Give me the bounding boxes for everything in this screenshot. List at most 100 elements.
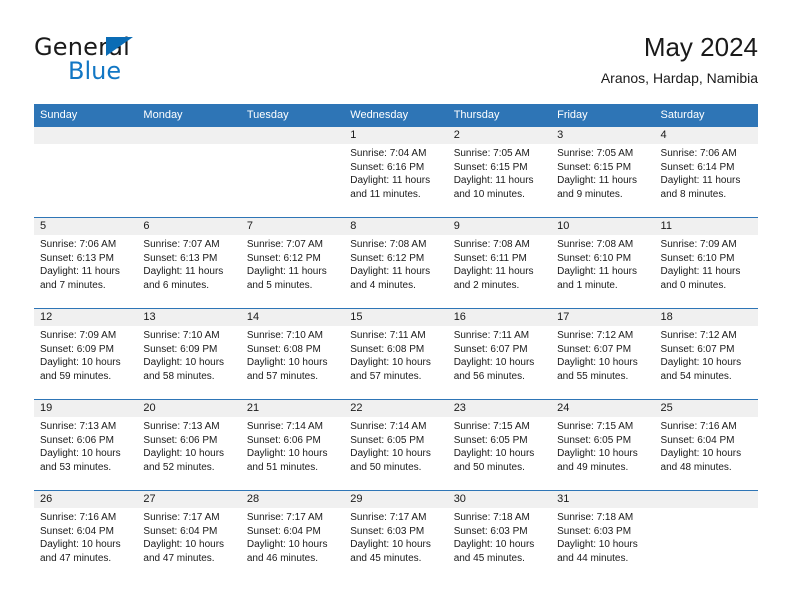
day-cell[interactable]: Sunrise: 7:08 AM Sunset: 6:11 PM Dayligh…: [448, 235, 551, 308]
day-cell[interactable]: Sunrise: 7:17 AM Sunset: 6:04 PM Dayligh…: [137, 508, 240, 581]
day-number[interactable]: 15: [344, 309, 447, 326]
day-cell[interactable]: Sunrise: 7:11 AM Sunset: 6:08 PM Dayligh…: [344, 326, 447, 399]
day-number[interactable]: 24: [551, 400, 654, 417]
daylight-text-line2: and 5 minutes.: [246, 279, 313, 291]
sunset-text: Sunset: 6:03 PM: [557, 525, 632, 537]
day-cell[interactable]: Sunrise: 7:18 AM Sunset: 6:03 PM Dayligh…: [551, 508, 654, 581]
day-cell[interactable]: [34, 144, 137, 217]
daylight-text-line1: Daylight: 11 hours: [143, 266, 224, 278]
day-cell[interactable]: Sunrise: 7:16 AM Sunset: 6:04 PM Dayligh…: [655, 417, 758, 490]
day-number[interactable]: [655, 491, 758, 508]
day-number[interactable]: 11: [655, 218, 758, 235]
day-number[interactable]: 20: [137, 400, 240, 417]
day-number[interactable]: 12: [34, 309, 137, 326]
day-number[interactable]: 17: [551, 309, 654, 326]
day-cell[interactable]: [655, 508, 758, 581]
sunset-text: Sunset: 6:15 PM: [557, 161, 632, 173]
sunset-text: Sunset: 6:07 PM: [557, 343, 632, 355]
daylight-text-line2: and 7 minutes.: [40, 279, 106, 291]
day-number[interactable]: 27: [137, 491, 240, 508]
day-cell[interactable]: Sunrise: 7:07 AM Sunset: 6:13 PM Dayligh…: [137, 235, 240, 308]
day-cell[interactable]: Sunrise: 7:12 AM Sunset: 6:07 PM Dayligh…: [655, 326, 758, 399]
day-number[interactable]: 28: [241, 491, 344, 508]
day-number[interactable]: 30: [448, 491, 551, 508]
daylight-text-line1: Daylight: 10 hours: [40, 448, 121, 460]
day-number[interactable]: [241, 127, 344, 144]
daylight-text-line1: Daylight: 11 hours: [350, 175, 431, 187]
day-cell[interactable]: Sunrise: 7:10 AM Sunset: 6:09 PM Dayligh…: [137, 326, 240, 399]
day-cell[interactable]: Sunrise: 7:14 AM Sunset: 6:06 PM Dayligh…: [241, 417, 344, 490]
day-cell[interactable]: Sunrise: 7:09 AM Sunset: 6:10 PM Dayligh…: [655, 235, 758, 308]
day-number[interactable]: 7: [241, 218, 344, 235]
day-cell[interactable]: Sunrise: 7:15 AM Sunset: 6:05 PM Dayligh…: [448, 417, 551, 490]
day-number[interactable]: 19: [34, 400, 137, 417]
day-number[interactable]: 16: [448, 309, 551, 326]
day-number[interactable]: 31: [551, 491, 654, 508]
day-number[interactable]: 8: [344, 218, 447, 235]
day-number[interactable]: [34, 127, 137, 144]
daylight-text-line1: Daylight: 10 hours: [143, 357, 225, 369]
day-number[interactable]: 23: [448, 400, 551, 417]
page-title: May 2024: [643, 32, 758, 62]
day-number[interactable]: 14: [241, 309, 344, 326]
daylight-text-line2: and 4 minutes.: [350, 279, 416, 291]
sunset-text: Sunset: 6:15 PM: [453, 161, 528, 173]
day-number[interactable]: 5: [34, 218, 137, 235]
sunset-text: Sunset: 6:13 PM: [40, 252, 114, 264]
day-number[interactable]: 2: [448, 127, 551, 144]
day-cell[interactable]: Sunrise: 7:13 AM Sunset: 6:06 PM Dayligh…: [137, 417, 240, 490]
day-cell[interactable]: Sunrise: 7:12 AM Sunset: 6:07 PM Dayligh…: [551, 326, 654, 399]
day-cell[interactable]: Sunrise: 7:08 AM Sunset: 6:12 PM Dayligh…: [344, 235, 447, 308]
day-number[interactable]: [137, 127, 240, 144]
day-cell[interactable]: Sunrise: 7:07 AM Sunset: 6:12 PM Dayligh…: [241, 235, 344, 308]
day-cell[interactable]: Sunrise: 7:13 AM Sunset: 6:06 PM Dayligh…: [34, 417, 137, 490]
day-cell[interactable]: Sunrise: 7:17 AM Sunset: 6:04 PM Dayligh…: [241, 508, 344, 581]
day-number[interactable]: 13: [137, 309, 240, 326]
sunset-text: Sunset: 6:06 PM: [143, 434, 218, 446]
sunrise-text: Sunrise: 7:12 AM: [660, 330, 737, 341]
sunset-text: Sunset: 6:03 PM: [453, 525, 528, 537]
day-number[interactable]: 3: [551, 127, 654, 144]
day-number[interactable]: 9: [448, 218, 551, 235]
week-day-number-band: 5 6 7 8 9 10 11: [34, 218, 758, 235]
day-number[interactable]: 26: [34, 491, 137, 508]
day-cell[interactable]: Sunrise: 7:10 AM Sunset: 6:08 PM Dayligh…: [241, 326, 344, 399]
day-cell[interactable]: Sunrise: 7:05 AM Sunset: 6:15 PM Dayligh…: [448, 144, 551, 217]
day-number[interactable]: 21: [241, 400, 344, 417]
sunrise-text: Sunrise: 7:07 AM: [246, 239, 323, 250]
day-cell[interactable]: [137, 144, 240, 217]
day-cell[interactable]: Sunrise: 7:17 AM Sunset: 6:03 PM Dayligh…: [344, 508, 447, 581]
day-number[interactable]: 1: [344, 127, 447, 144]
day-cell[interactable]: Sunrise: 7:11 AM Sunset: 6:07 PM Dayligh…: [448, 326, 551, 399]
day-cell[interactable]: Sunrise: 7:18 AM Sunset: 6:03 PM Dayligh…: [448, 508, 551, 581]
page-subtitle: Aranos, Hardap, Namibia: [600, 70, 758, 86]
day-cell[interactable]: Sunrise: 7:09 AM Sunset: 6:09 PM Dayligh…: [34, 326, 137, 399]
day-cell[interactable]: Sunrise: 7:08 AM Sunset: 6:10 PM Dayligh…: [551, 235, 654, 308]
day-cell[interactable]: Sunrise: 7:06 AM Sunset: 6:14 PM Dayligh…: [655, 144, 758, 217]
daylight-text-line1: Daylight: 10 hours: [453, 448, 535, 460]
week-day-number-band: 19 20 21 22 23 24 25: [34, 400, 758, 417]
calendar-week-row: 1 2 3 4 Sunrise: 7:04 AM Sunset: 6:16 PM…: [34, 126, 758, 217]
day-cell[interactable]: [241, 144, 344, 217]
day-number[interactable]: 10: [551, 218, 654, 235]
day-number[interactable]: 6: [137, 218, 240, 235]
daylight-text-line1: Daylight: 11 hours: [660, 266, 741, 278]
day-number[interactable]: 29: [344, 491, 447, 508]
day-number[interactable]: 18: [655, 309, 758, 326]
day-cell[interactable]: Sunrise: 7:14 AM Sunset: 6:05 PM Dayligh…: [344, 417, 447, 490]
general-blue-logo[interactable]: General Blue: [34, 34, 214, 90]
sunrise-text: Sunrise: 7:16 AM: [40, 512, 117, 523]
day-cell[interactable]: Sunrise: 7:04 AM Sunset: 6:16 PM Dayligh…: [344, 144, 447, 217]
day-number[interactable]: 25: [655, 400, 758, 417]
sunrise-text: Sunrise: 7:13 AM: [143, 421, 220, 432]
weekday-header-wednesday: Wednesday: [350, 109, 409, 121]
day-number[interactable]: 22: [344, 400, 447, 417]
sunrise-text: Sunrise: 7:18 AM: [453, 512, 530, 523]
day-cell[interactable]: Sunrise: 7:05 AM Sunset: 6:15 PM Dayligh…: [551, 144, 654, 217]
day-cell[interactable]: Sunrise: 7:16 AM Sunset: 6:04 PM Dayligh…: [34, 508, 137, 581]
day-cell[interactable]: Sunrise: 7:06 AM Sunset: 6:13 PM Dayligh…: [34, 235, 137, 308]
day-number[interactable]: 4: [655, 127, 758, 144]
daylight-text-line2: and 1 minute.: [557, 279, 618, 291]
sunset-text: Sunset: 6:07 PM: [453, 343, 528, 355]
day-cell[interactable]: Sunrise: 7:15 AM Sunset: 6:05 PM Dayligh…: [551, 417, 654, 490]
